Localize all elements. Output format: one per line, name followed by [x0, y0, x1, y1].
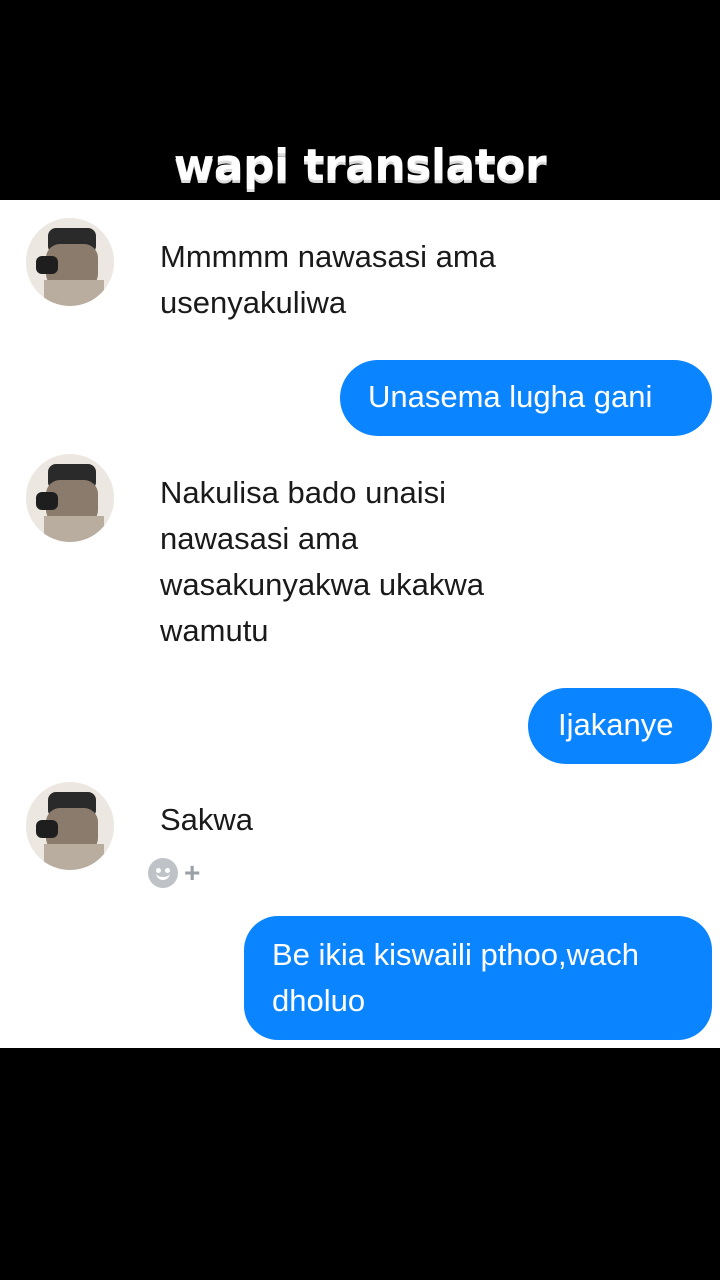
outgoing-message-bubble[interactable]: Unasema lugha gani: [340, 360, 712, 436]
outgoing-message-bubble[interactable]: Be ikia kiswaili pthoo,wach dholuo: [244, 916, 712, 1040]
outgoing-message-text: Be ikia kiswaili pthoo,wach dholuo: [272, 937, 640, 1018]
outgoing-message-text: Unasema lugha gani: [368, 379, 653, 414]
person-photo-icon: [26, 218, 114, 306]
person-photo-icon: [26, 782, 114, 870]
incoming-message-text: Nakulisa bado unaisi nawasasi ama wasaku…: [160, 475, 484, 648]
plus-icon: +: [184, 857, 201, 888]
add-reaction-button[interactable]: +: [148, 858, 200, 888]
contact-avatar[interactable]: [26, 782, 114, 870]
outgoing-message-text: Ijakanye: [558, 707, 674, 742]
video-caption: wapi translator: [173, 140, 547, 191]
contact-avatar[interactable]: [26, 218, 114, 306]
contact-avatar[interactable]: [26, 454, 114, 542]
incoming-message-text: Mmmmm nawasasi ama usenyakuliwa: [160, 239, 496, 320]
smiley-icon: [148, 858, 178, 888]
chat-thread: Mmmmm nawasasi ama usenyakuliwa Unasema …: [0, 200, 720, 1048]
outgoing-message-bubble[interactable]: Ijakanye: [528, 688, 712, 764]
incoming-message-text: Sakwa: [160, 802, 254, 837]
person-photo-icon: [26, 454, 114, 542]
